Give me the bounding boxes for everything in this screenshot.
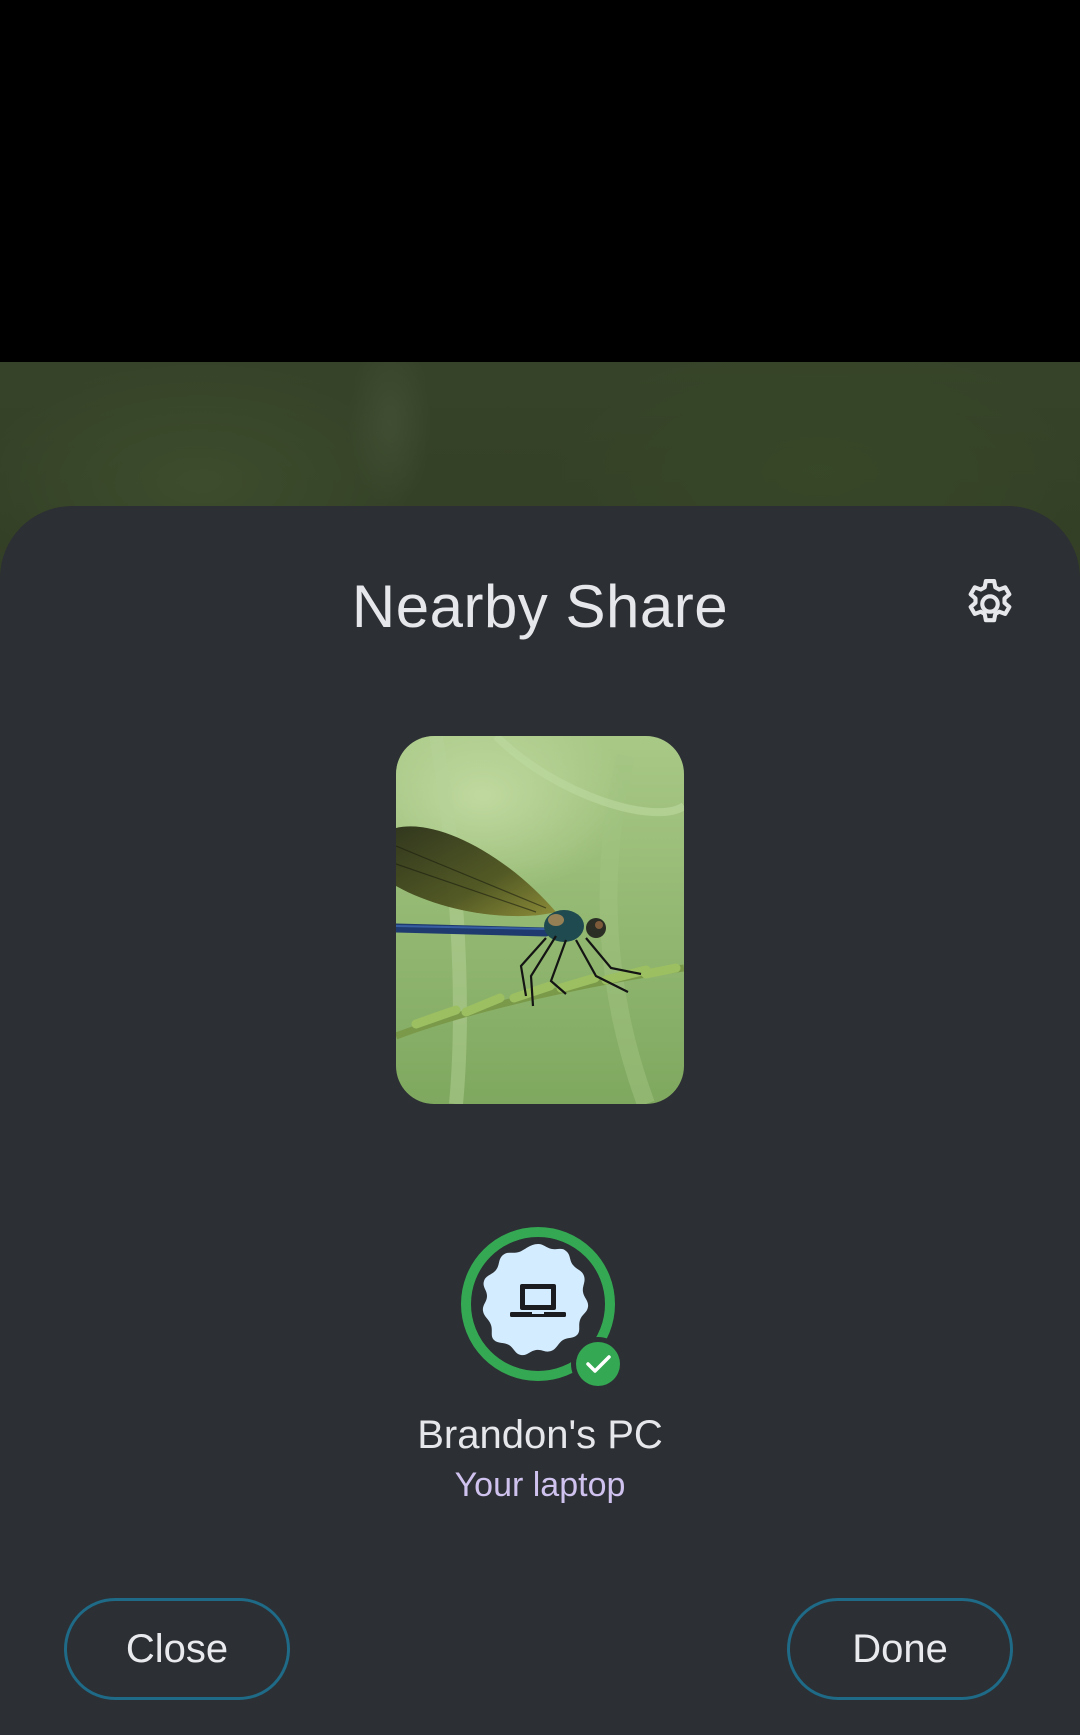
device-name: Brandon's PC: [417, 1413, 663, 1457]
dragonfly-image: [396, 736, 684, 1104]
nearby-share-sheet: Nearby Share Brandon's PC Your laptop Cl…: [0, 506, 1080, 1735]
screen: Nearby Share Brandon's PC Your laptop Cl…: [0, 0, 1080, 1735]
checkmark-icon: [571, 1337, 625, 1391]
device-avatar: [461, 1227, 625, 1391]
sheet-title: Nearby Share: [351, 573, 729, 640]
shared-image-preview: [396, 736, 684, 1104]
device-subtitle: Your laptop: [454, 1466, 626, 1504]
device-target-brandons-pc[interactable]: [458, 1224, 625, 1391]
settings-button[interactable]: [954, 568, 1026, 640]
gear-icon: [968, 578, 1012, 623]
done-button[interactable]: Done: [787, 1598, 1013, 1700]
close-button[interactable]: Close: [64, 1598, 290, 1700]
